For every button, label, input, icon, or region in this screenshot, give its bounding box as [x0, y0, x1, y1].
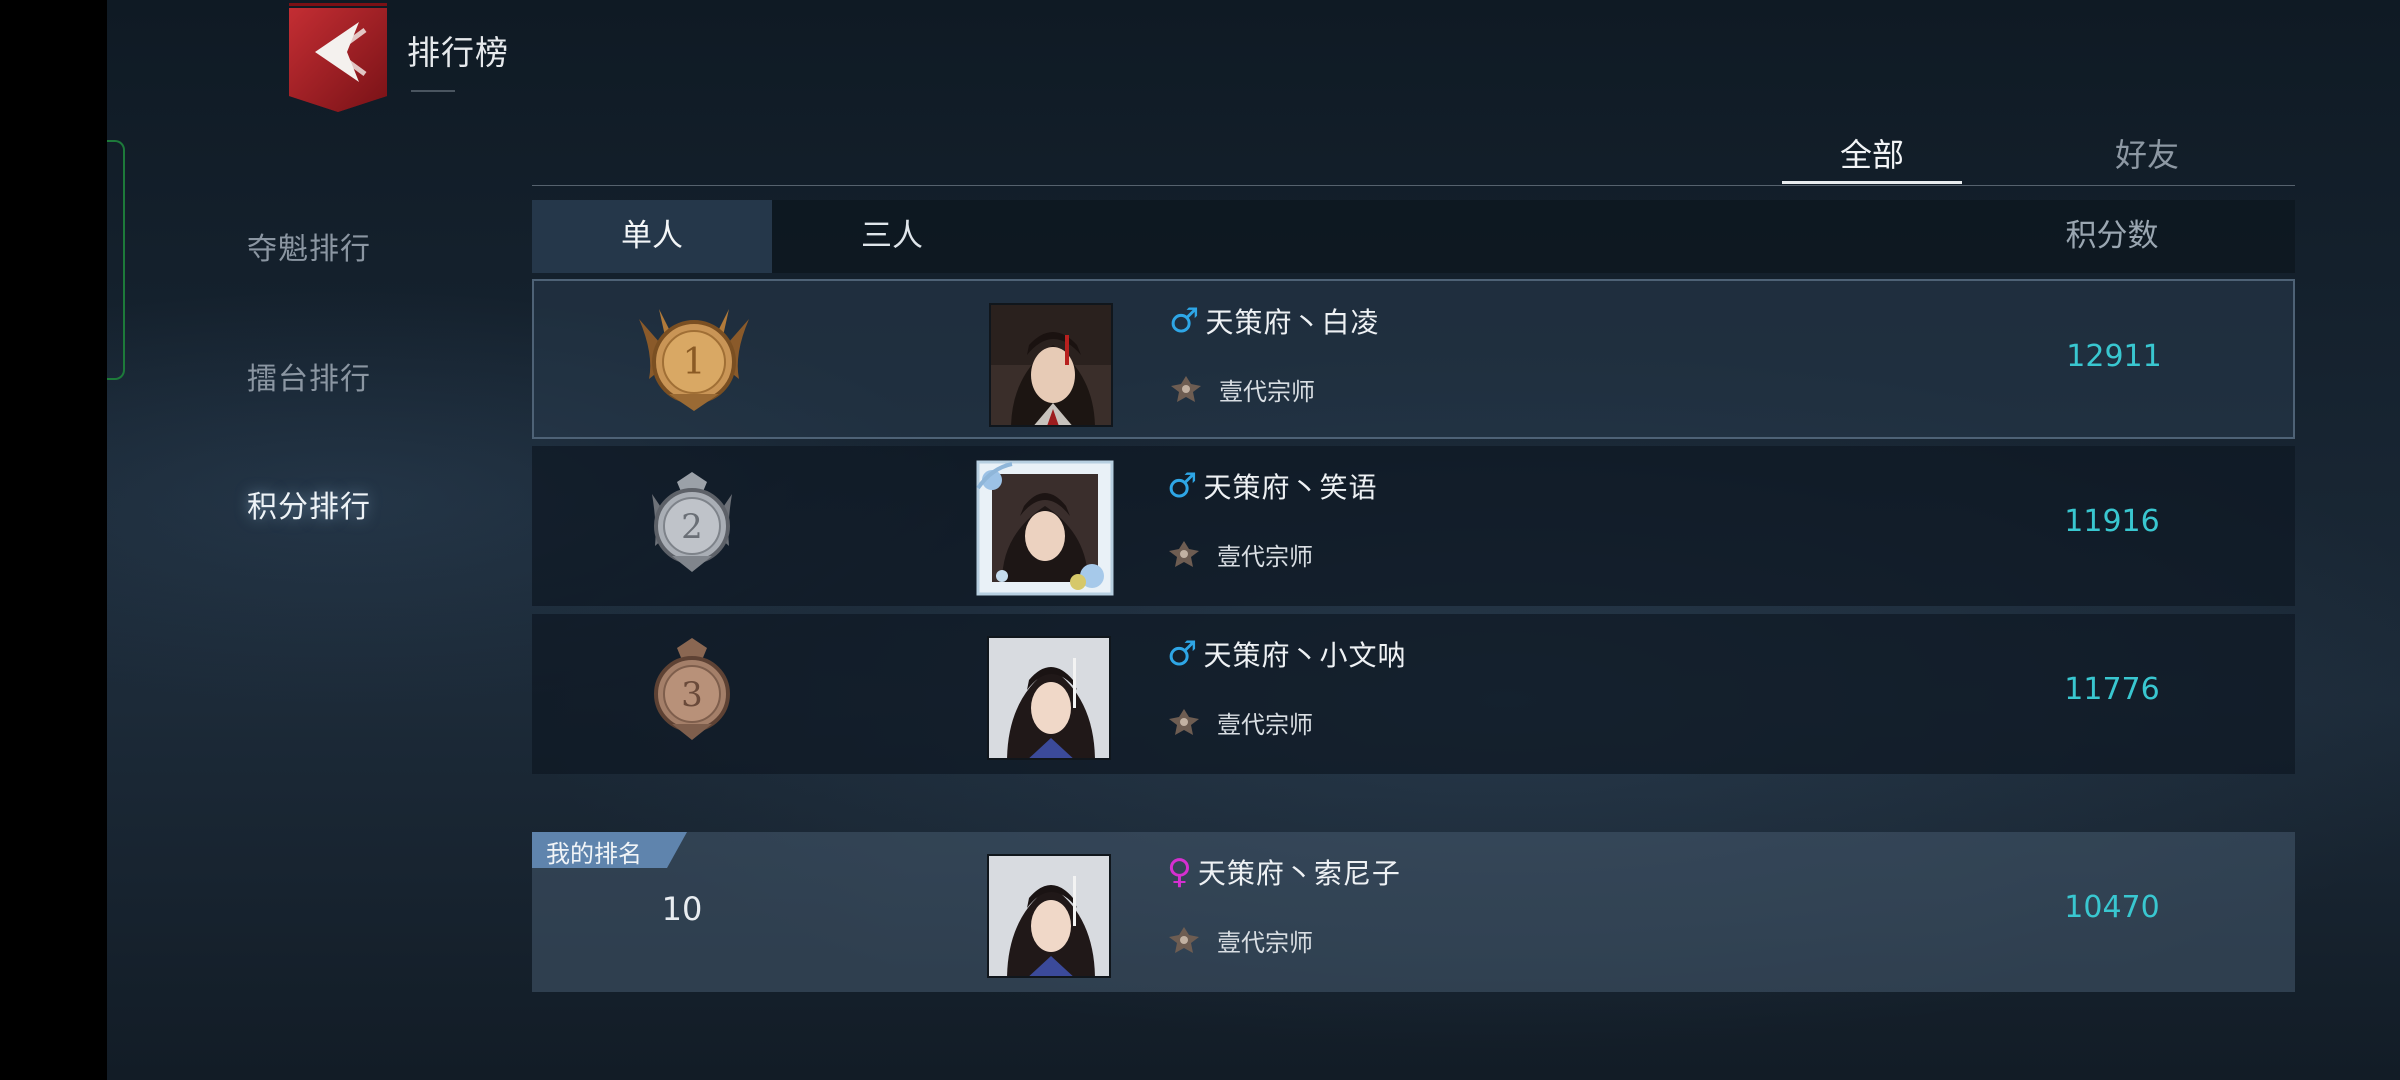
title-emblem-icon [1171, 376, 1201, 402]
tab-trio[interactable]: 三人 [772, 200, 1012, 273]
player-name[interactable]: 天策府丶索尼子 [1198, 852, 1401, 892]
score-value: 12911 [2066, 339, 2162, 374]
column-header-score: 积分数 [2065, 218, 2159, 254]
player-name[interactable]: 天策府丶小文呐 [1203, 634, 1406, 674]
sidebar-item-champion-ranking[interactable]: 夺魁排行 [247, 220, 427, 280]
bronze-medal-icon: 3 [617, 632, 767, 752]
player-name-line: ♀ 天策府丶索尼子 [1167, 852, 1401, 892]
player-title-line: 壹代宗师 [1169, 371, 1315, 407]
table-row[interactable]: 3 ♂ 天策府丶小文呐 壹代宗师 11776 [532, 614, 2295, 774]
tab-all[interactable]: 全部 [1782, 130, 1962, 180]
medal-number: 1 [683, 342, 706, 383]
player-title-line: 壹代宗师 [1167, 704, 1313, 740]
score-value: 11916 [2064, 504, 2160, 539]
my-rank-badge-label: 我的排名 [546, 840, 642, 868]
medal-number: 2 [681, 507, 703, 547]
title-emblem-icon [1169, 541, 1199, 567]
avatar[interactable] [989, 303, 1113, 427]
player-title-line: 壹代宗师 [1167, 922, 1313, 958]
tab-friends[interactable]: 好友 [2057, 130, 2237, 180]
player-name[interactable]: 天策府丶白凌 [1205, 301, 1379, 341]
score-value: 11776 [2064, 672, 2160, 707]
score-value: 10470 [2064, 890, 2160, 925]
screen-edge-indicator [107, 140, 125, 380]
sidebar-item-points-ranking[interactable]: 积分排行 [207, 478, 457, 538]
tab-all-active-indicator [1782, 181, 1962, 184]
player-name-line: ♂ 天策府丶白凌 [1169, 301, 1380, 341]
player-title: 壹代宗师 [1217, 710, 1313, 739]
my-rank-row[interactable]: 我的排名 10 ♀ 天策府丶索尼子 壹代宗师 10470 [532, 832, 2295, 992]
title-emblem-icon [1169, 927, 1199, 953]
player-title: 壹代宗师 [1217, 542, 1313, 571]
leaderboard-screen: 排行榜 夺魁排行 擂台排行 积分排行 全部 好友 单人 三人 积分数 1 ♂ 天… [107, 0, 2400, 1080]
page-title: 排行榜 [407, 33, 509, 72]
male-icon: ♂ [1167, 634, 1198, 674]
my-rank-badge: 我的排名 [532, 832, 687, 868]
player-title-line: 壹代宗师 [1167, 536, 1313, 572]
avatar[interactable] [972, 458, 1118, 598]
player-title: 壹代宗师 [1217, 928, 1313, 957]
title-underline [411, 90, 455, 92]
avatar[interactable] [987, 854, 1111, 978]
gold-medal-icon: 1 [619, 299, 769, 419]
player-name-line: ♂ 天策府丶笑语 [1167, 466, 1378, 506]
male-icon: ♂ [1169, 301, 1200, 341]
tabs-divider [532, 185, 2295, 186]
back-button[interactable] [287, 0, 389, 115]
medal-number: 3 [681, 675, 703, 715]
title-emblem-icon [1169, 709, 1199, 735]
silver-medal-icon: 2 [617, 464, 767, 584]
my-rank-number: 10 [661, 890, 703, 928]
male-icon: ♂ [1167, 466, 1198, 506]
list-header: 单人 三人 积分数 [532, 200, 2295, 273]
table-row[interactable]: 2 ♂ 天策府丶笑语 壹代宗师 11916 [532, 446, 2295, 606]
player-name-line: ♂ 天策府丶小文呐 [1167, 634, 1407, 674]
tab-single[interactable]: 单人 [532, 200, 772, 273]
female-icon: ♀ [1167, 852, 1192, 892]
player-name[interactable]: 天策府丶笑语 [1203, 466, 1377, 506]
sidebar-item-arena-ranking[interactable]: 擂台排行 [247, 350, 427, 410]
player-title: 壹代宗师 [1219, 377, 1315, 406]
table-row[interactable]: 1 ♂ 天策府丶白凌 壹代宗师 12911 [532, 279, 2295, 439]
avatar[interactable] [987, 636, 1111, 760]
